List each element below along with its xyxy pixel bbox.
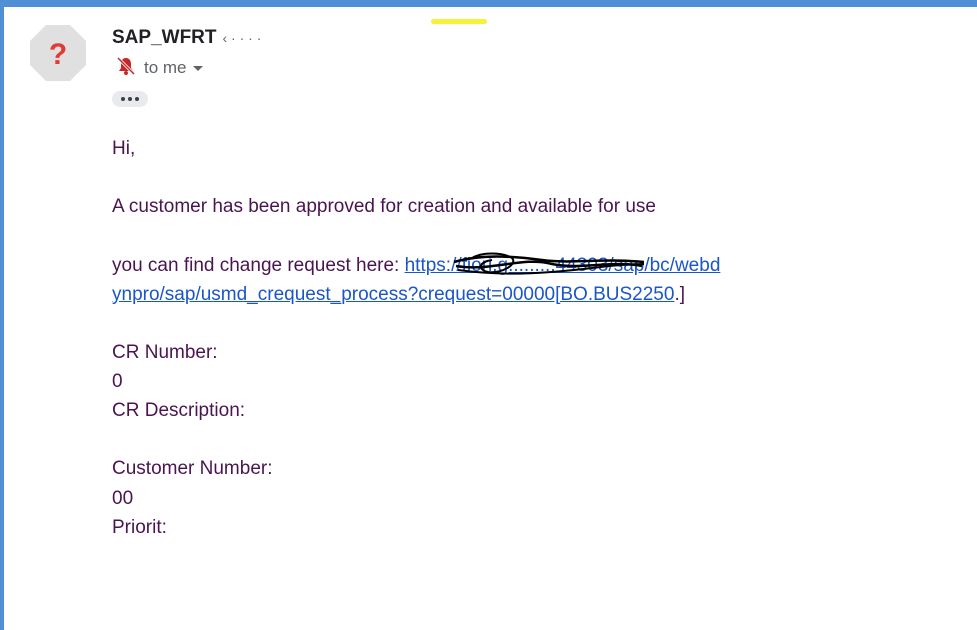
sender-email: ‹ · · · ·: [222, 30, 262, 46]
cr-description-label: CR Description:: [112, 400, 246, 421]
priority-label: Priorit:: [112, 517, 167, 538]
sender-avatar-question-icon[interactable]: ?: [29, 24, 87, 82]
link-suffix: .]: [674, 284, 685, 305]
customer-number-value: 00: [112, 488, 134, 509]
change-request-prefix: you can find change request here:: [112, 255, 405, 276]
dot-icon: [135, 97, 139, 101]
customer-number-label: Customer Number:: [112, 458, 273, 479]
sender-row: SAP_WFRT ‹ · · · ·: [112, 26, 261, 50]
recipient-row[interactable]: to me: [116, 56, 203, 81]
chevron-down-icon[interactable]: [192, 65, 203, 71]
window-frame-left: [0, 0, 4, 630]
sender-name[interactable]: SAP_WFRT: [112, 27, 217, 49]
show-trimmed-content-button[interactable]: [112, 91, 148, 107]
to-me-label: to me: [144, 58, 187, 77]
cr-number-value: 0: [112, 371, 123, 392]
dot-icon: [121, 97, 125, 101]
approval-line: A customer has been approved for creatio…: [112, 196, 656, 217]
mute-notification-icon: [116, 56, 136, 81]
change-request-paragraph: you can find change request here: https:…: [112, 251, 832, 309]
highlight-mark: [431, 19, 487, 24]
cr-number-label: CR Number:: [112, 342, 218, 363]
svg-text:?: ?: [49, 38, 67, 71]
dot-icon: [128, 97, 132, 101]
window-frame-top: [0, 0, 977, 7]
greeting: Hi,: [112, 138, 136, 159]
